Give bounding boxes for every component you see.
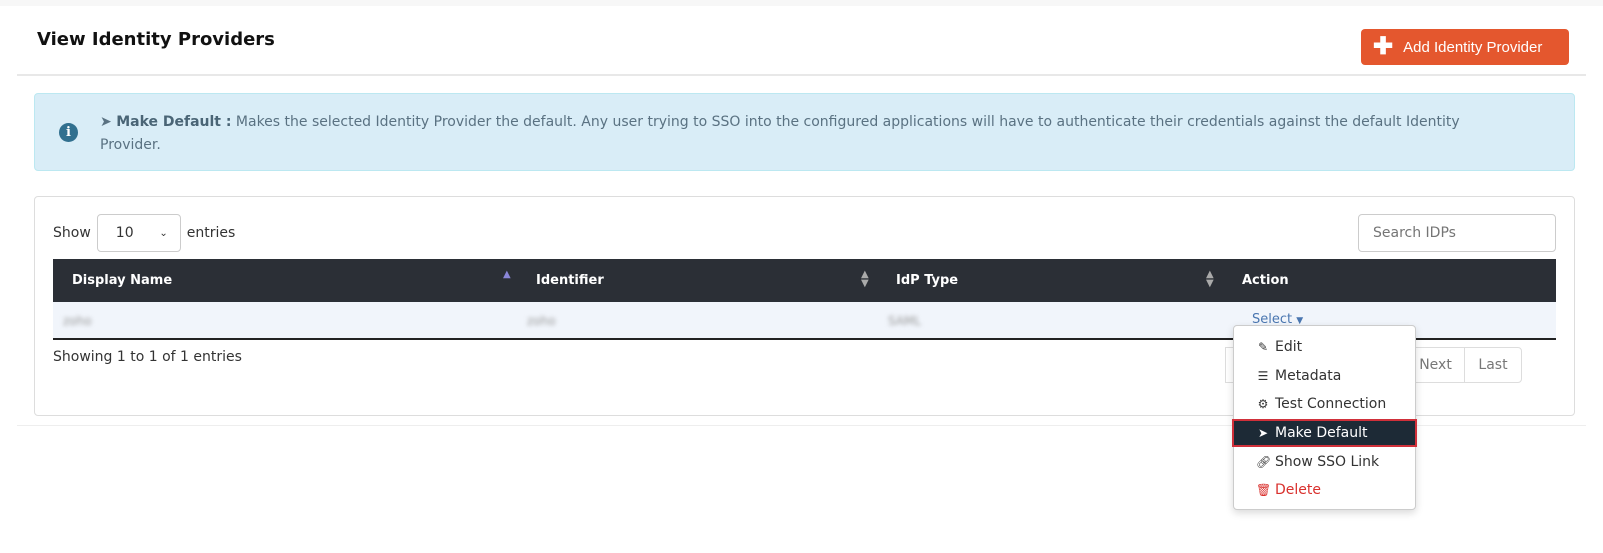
top-band [0, 0, 1603, 6]
search-input[interactable] [1358, 214, 1556, 252]
entries-control: Show 10 ⌄ entries [53, 214, 235, 252]
menu-item-test-connection[interactable]: ⚙ Test Connection [1234, 390, 1415, 419]
cursor-icon: ➤ [1257, 426, 1269, 441]
trash-icon: 🗑︎ [1256, 483, 1272, 498]
divider [17, 74, 1586, 76]
menu-label: Metadata [1275, 367, 1342, 384]
table-header: Display Name ▲ Identifier ▲ ▼ IdP Type ▲ ▼… [53, 259, 1556, 302]
chevron-down-icon: ⌄ [159, 227, 168, 239]
menu-item-delete[interactable]: 🗑︎ Delete [1234, 476, 1415, 505]
entries-value: 10 [115, 225, 134, 241]
edit-icon: ✎ [1257, 340, 1269, 355]
sort-icon[interactable]: ▲ ▼ [861, 270, 869, 289]
menu-label: Delete [1275, 482, 1321, 499]
add-identity-provider-button[interactable]: ✚ Add Identity Provider [1361, 29, 1569, 65]
menu-item-edit[interactable]: ✎ Edit [1234, 333, 1415, 362]
entries-select[interactable]: 10 ⌄ [96, 214, 181, 252]
entries-label: entries [186, 225, 236, 241]
cursor-icon: ➤ [100, 114, 112, 130]
cell-idp-type: SAML [888, 314, 922, 328]
column-identifier[interactable]: Identifier [536, 273, 604, 288]
sort-icon[interactable]: ▲ ▼ [1206, 270, 1214, 289]
list-icon: ☰ [1257, 368, 1269, 383]
add-button-label: Add Identity Provider [1403, 38, 1543, 56]
info-icon: i [59, 123, 78, 142]
info-alert: i ➤ Make Default : Makes the selected Id… [34, 93, 1575, 171]
link-icon: 🔗︎ [1256, 454, 1272, 469]
menu-item-show-sso-link[interactable]: 🔗︎ Show SSO Link [1234, 447, 1415, 476]
table-info: Showing 1 to 1 of 1 entries [53, 349, 242, 365]
cell-identifier: zoho [527, 314, 556, 328]
menu-label: Make Default [1275, 425, 1368, 442]
info-description: Makes the selected Identity Provider the… [100, 114, 1460, 153]
gears-icon: ⚙ [1257, 397, 1269, 412]
column-display-name[interactable]: Display Name [72, 273, 172, 288]
page-title: View Identity Providers [37, 29, 275, 50]
pager-last-button[interactable]: Last [1464, 347, 1522, 383]
menu-label: Edit [1275, 339, 1303, 356]
menu-item-metadata[interactable]: ☰ Metadata [1234, 362, 1415, 391]
show-label: Show [53, 225, 91, 241]
info-label: Make Default : [116, 114, 232, 130]
menu-label: Test Connection [1275, 396, 1387, 413]
menu-label: Show SSO Link [1275, 453, 1380, 470]
plus-icon: ✚ [1373, 33, 1394, 60]
column-action: Action [1242, 273, 1289, 288]
action-dropdown-menu: ✎ Edit ☰ Metadata ⚙ Test Connection ➤ Make D… [1232, 325, 1417, 510]
column-idp-type[interactable]: IdP Type [896, 273, 958, 288]
cell-display-name: zoho [63, 314, 92, 328]
menu-item-make-default[interactable]: ➤ Make Default [1232, 418, 1417, 448]
sort-asc-icon[interactable]: ▲ [503, 270, 511, 280]
info-text: ➤ Make Default : Makes the selected Iden… [100, 111, 1480, 157]
